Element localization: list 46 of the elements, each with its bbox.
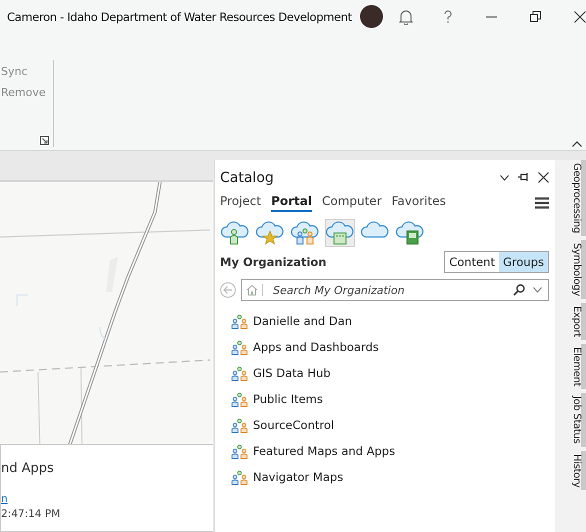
- portal-organization-button[interactable]: [325, 219, 355, 247]
- dialog-launcher-icon[interactable]: [40, 136, 49, 145]
- pane-title: Catalog: [220, 170, 275, 186]
- group-item[interactable]: Apps and Dashboards: [253, 340, 379, 354]
- group-item[interactable]: Navigator Maps: [253, 470, 344, 484]
- group-item[interactable]: GIS Data Hub: [253, 366, 331, 380]
- group-icon: [231, 418, 248, 432]
- portal-favorites-button[interactable]: [255, 219, 285, 247]
- avatar-icon[interactable]: [360, 5, 383, 28]
- pin-icon[interactable]: [518, 173, 529, 182]
- view-toggle-option[interactable]: Content: [445, 252, 499, 272]
- window-title: Cameron - Idaho Department of Water Resources Development: [7, 10, 352, 24]
- popup-link[interactable]: n: [1, 493, 8, 505]
- group-item[interactable]: Danielle and Dan: [253, 314, 352, 328]
- notification-bell-icon[interactable]: [398, 8, 413, 24]
- catalog-tab[interactable]: Project: [220, 194, 262, 212]
- help-icon[interactable]: [442, 10, 453, 24]
- catalog-tab[interactable]: Favorites: [392, 194, 446, 212]
- dropdown-caret-icon[interactable]: [533, 287, 542, 293]
- portal-groups-button[interactable]: [290, 219, 320, 247]
- group-icon: [231, 470, 248, 484]
- group-item[interactable]: SourceControl: [253, 418, 334, 432]
- catalog-tab[interactable]: Portal: [271, 194, 312, 212]
- group-icon: [231, 444, 248, 458]
- group-icon: [231, 314, 248, 328]
- popup-timestamp: 2:47:14 PM: [1, 508, 62, 520]
- group-icon: [231, 366, 248, 380]
- popup-title: nd Apps: [1, 461, 55, 476]
- portal-living-atlas-button[interactable]: [395, 219, 425, 247]
- collapse-ribbon-icon[interactable]: [572, 141, 582, 147]
- close-icon[interactable]: [574, 10, 586, 22]
- group-item[interactable]: Public Items: [253, 392, 323, 406]
- search-icon[interactable]: [513, 284, 525, 296]
- minimize-icon[interactable]: [486, 16, 497, 18]
- portal-user-button[interactable]: [220, 219, 250, 247]
- close-icon[interactable]: [538, 172, 549, 183]
- group-icon: [231, 340, 248, 354]
- group-icon: [231, 392, 248, 406]
- pane-options-caret-icon[interactable]: [500, 174, 509, 180]
- search-box[interactable]: Search My Organization: [241, 279, 549, 301]
- catalog-tab[interactable]: Computer: [322, 194, 382, 212]
- section-title: My Organization: [220, 255, 326, 269]
- menu-icon[interactable]: [535, 197, 549, 209]
- group-item[interactable]: Featured Maps and Apps: [253, 444, 396, 458]
- restore-icon[interactable]: [530, 11, 541, 22]
- view-toggle-option[interactable]: Groups: [498, 252, 548, 272]
